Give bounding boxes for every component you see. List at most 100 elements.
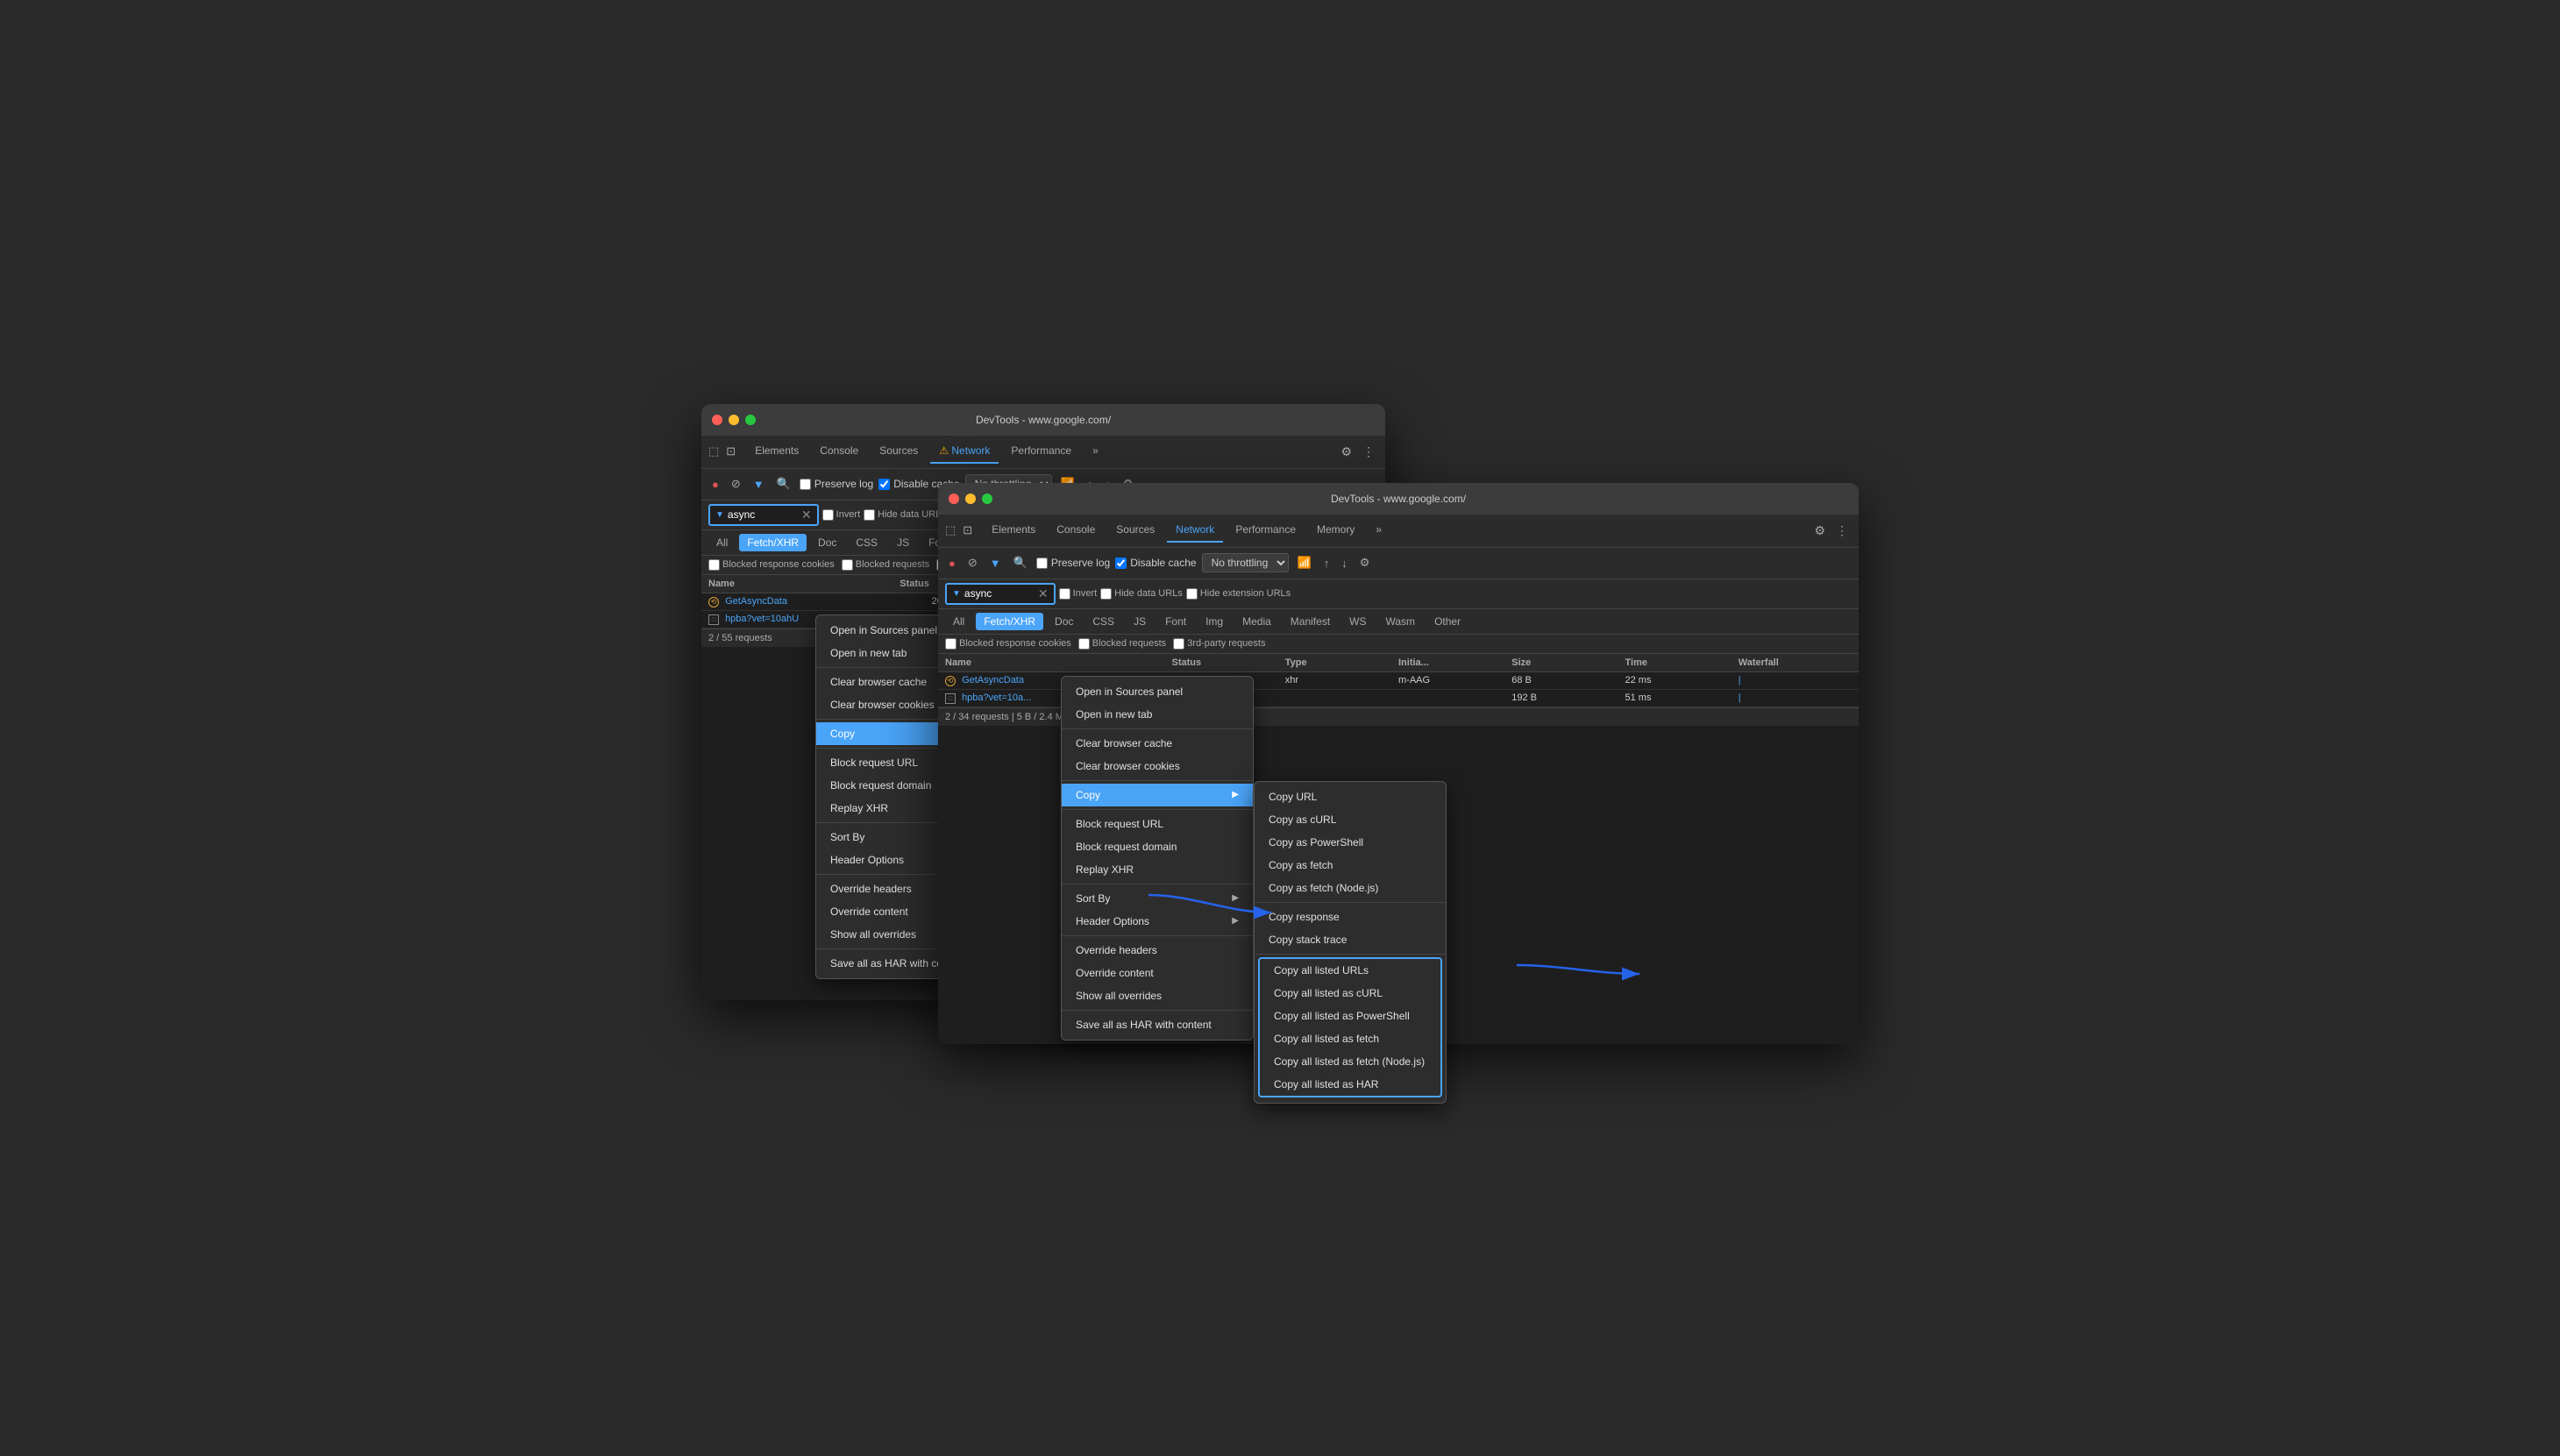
blocked-response-label-front[interactable]: Blocked response cookies xyxy=(945,638,1071,650)
more-icon-back[interactable]: ⋮ xyxy=(1359,441,1378,463)
invert-checkbox-back[interactable] xyxy=(822,509,834,521)
more-icon-front[interactable]: ⋮ xyxy=(1832,520,1852,542)
tab-memory-front[interactable]: Memory xyxy=(1308,518,1363,543)
tab-performance-front[interactable]: Performance xyxy=(1227,518,1305,543)
settings2-icon-front[interactable]: ⚙ xyxy=(1356,554,1374,572)
filter-fetchxhr-front[interactable]: Fetch/XHR xyxy=(976,613,1043,630)
hide-data-urls-label-front[interactable]: Hide data URLs xyxy=(1100,588,1183,600)
tab-network-back[interactable]: ⚠ Network xyxy=(930,439,999,464)
menu-copy-url-front[interactable]: Copy URL xyxy=(1255,785,1446,808)
filter-js-front[interactable]: JS xyxy=(1126,613,1154,630)
filter-icon-back[interactable]: ▼ xyxy=(750,476,768,493)
filter-doc-front[interactable]: Doc xyxy=(1047,613,1081,630)
blocked-requests-checkbox-back[interactable] xyxy=(842,559,853,571)
preserve-log-checkbox-back[interactable] xyxy=(800,479,811,490)
menu-copy-fetch-node-front[interactable]: Copy as fetch (Node.js) xyxy=(1255,877,1446,899)
menu-clear-cookies-front[interactable]: Clear browser cookies xyxy=(1062,755,1253,778)
tab-more-front[interactable]: » xyxy=(1367,518,1390,543)
menu-copy-listed-fetch-node-front[interactable]: Copy all listed as fetch (Node.js) xyxy=(1260,1050,1440,1073)
search-icon-back[interactable]: 🔍 xyxy=(773,475,794,493)
menu-open-sources-front[interactable]: Open in Sources panel xyxy=(1062,680,1253,703)
menu-show-overrides-front[interactable]: Show all overrides xyxy=(1062,984,1253,1007)
preserve-log-label-front[interactable]: Preserve log xyxy=(1036,557,1110,569)
invert-checkbox-front[interactable] xyxy=(1059,588,1070,600)
search-icon-front[interactable]: 🔍 xyxy=(1010,554,1031,572)
blocked-response-label-back[interactable]: Blocked response cookies xyxy=(708,559,835,571)
invert-label-front[interactable]: Invert xyxy=(1059,588,1098,600)
hide-data-urls-label-back[interactable]: Hide data URLs xyxy=(864,509,946,521)
tab-network-front[interactable]: Network xyxy=(1167,518,1223,543)
filter-img-front[interactable]: Img xyxy=(1198,613,1231,630)
close-button-back[interactable] xyxy=(712,415,722,425)
menu-copy-listed-powershell-front[interactable]: Copy all listed as PowerShell xyxy=(1260,1005,1440,1027)
third-party-checkbox-front[interactable] xyxy=(1173,638,1184,650)
clear-icon-back[interactable]: ⊘ xyxy=(728,475,744,493)
invert-label-back[interactable]: Invert xyxy=(822,509,861,521)
menu-clear-cache-front[interactable]: Clear browser cache xyxy=(1062,732,1253,755)
menu-open-tab-front[interactable]: Open in new tab xyxy=(1062,703,1253,726)
filter-all-back[interactable]: All xyxy=(708,534,736,551)
minimize-button-front[interactable] xyxy=(965,494,976,504)
settings-icon-back[interactable]: ⚙ xyxy=(1337,441,1355,463)
third-party-label-front[interactable]: 3rd-party requests xyxy=(1173,638,1265,650)
filter-doc-back[interactable]: Doc xyxy=(810,534,844,551)
settings-icon-front[interactable]: ⚙ xyxy=(1810,520,1829,542)
disable-cache-label-front[interactable]: Disable cache xyxy=(1115,557,1196,569)
filter-icon-front[interactable]: ▼ xyxy=(986,555,1005,572)
menu-override-content-front[interactable]: Override content xyxy=(1062,962,1253,984)
device-icon-front[interactable]: ⊡ xyxy=(963,523,972,537)
tab-sources-back[interactable]: Sources xyxy=(871,439,927,464)
filter-other-front[interactable]: Other xyxy=(1426,613,1468,630)
tab-elements-back[interactable]: Elements xyxy=(746,439,807,464)
search-clear-back[interactable]: ✕ xyxy=(801,508,812,522)
blocked-requests-label-front[interactable]: Blocked requests xyxy=(1078,638,1166,650)
tab-sources-front[interactable]: Sources xyxy=(1107,518,1163,543)
filter-all-front[interactable]: All xyxy=(945,613,972,630)
download-icon-front[interactable]: ↓ xyxy=(1338,555,1351,572)
search-input-front[interactable] xyxy=(964,587,1035,600)
hide-data-urls-checkbox-front[interactable] xyxy=(1100,588,1112,600)
blocked-requests-label-back[interactable]: Blocked requests xyxy=(842,559,929,571)
maximize-button-front[interactable] xyxy=(982,494,992,504)
menu-copy-fetch-front[interactable]: Copy as fetch xyxy=(1255,854,1446,877)
tab-more-back[interactable]: » xyxy=(1084,439,1107,464)
search-clear-front[interactable]: ✕ xyxy=(1038,586,1049,601)
upload-icon-front[interactable]: ↑ xyxy=(1320,555,1333,572)
menu-copy-curl-front[interactable]: Copy as cURL xyxy=(1255,808,1446,831)
menu-copy-listed-urls-front[interactable]: Copy all listed URLs xyxy=(1260,959,1440,982)
wifi-icon-front[interactable]: 📶 xyxy=(1294,554,1315,572)
menu-copy-response-front[interactable]: Copy response xyxy=(1255,906,1446,928)
record-icon-back[interactable]: ● xyxy=(708,476,722,493)
tab-elements-front[interactable]: Elements xyxy=(983,518,1044,543)
record-icon-front[interactable]: ● xyxy=(945,555,959,572)
filter-wasm-front[interactable]: Wasm xyxy=(1378,613,1424,630)
tab-console-front[interactable]: Console xyxy=(1048,518,1104,543)
filter-js-back[interactable]: JS xyxy=(889,534,917,551)
preserve-log-label-back[interactable]: Preserve log xyxy=(800,478,873,490)
menu-block-domain-front[interactable]: Block request domain xyxy=(1062,835,1253,858)
blocked-response-checkbox-front[interactable] xyxy=(945,638,956,650)
menu-copy-listed-fetch-front[interactable]: Copy all listed as fetch xyxy=(1260,1027,1440,1050)
search-input-back[interactable] xyxy=(728,508,798,521)
hide-ext-checkbox-front[interactable] xyxy=(1186,588,1198,600)
filter-css-back[interactable]: CSS xyxy=(848,534,885,551)
menu-override-headers-front[interactable]: Override headers xyxy=(1062,939,1253,962)
tab-performance-back[interactable]: Performance xyxy=(1002,439,1080,464)
maximize-button-back[interactable] xyxy=(745,415,756,425)
hide-data-urls-checkbox-back[interactable] xyxy=(864,509,875,521)
disable-cache-checkbox-front[interactable] xyxy=(1115,558,1127,569)
inspect-icon-back[interactable]: ⬚ xyxy=(708,444,719,458)
disable-cache-checkbox-back[interactable] xyxy=(878,479,890,490)
menu-copy-listed-curl-front[interactable]: Copy all listed as cURL xyxy=(1260,982,1440,1005)
filter-fetchxhr-back[interactable]: Fetch/XHR xyxy=(739,534,807,551)
minimize-button-back[interactable] xyxy=(729,415,739,425)
clear-icon-front[interactable]: ⊘ xyxy=(964,554,981,572)
blocked-response-checkbox-back[interactable] xyxy=(708,559,720,571)
menu-copy-powershell-front[interactable]: Copy as PowerShell xyxy=(1255,831,1446,854)
blocked-requests-checkbox-front[interactable] xyxy=(1078,638,1090,650)
close-button-front[interactable] xyxy=(949,494,959,504)
inspect-icon-front[interactable]: ⬚ xyxy=(945,523,956,537)
menu-save-har-front[interactable]: Save all as HAR with content xyxy=(1062,1013,1253,1036)
menu-copy-listed-har-front[interactable]: Copy all listed as HAR xyxy=(1260,1073,1440,1096)
throttle-select-front[interactable]: No throttling xyxy=(1202,553,1289,572)
